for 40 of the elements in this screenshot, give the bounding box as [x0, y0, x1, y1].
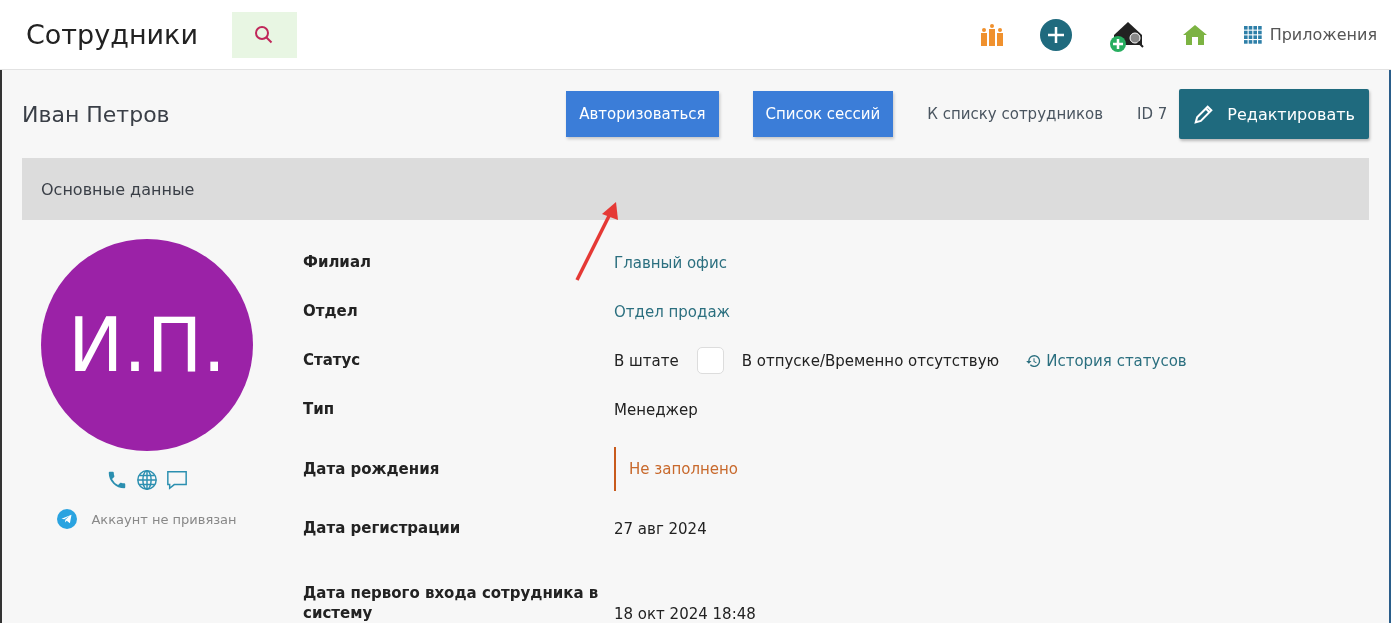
- field-value: 18 окт 2024 18:48: [614, 605, 756, 623]
- action-button[interactable]: Авторизоваться: [566, 91, 719, 137]
- field-value: Менеджер: [614, 400, 698, 419]
- home-icon[interactable]: [1181, 23, 1208, 46]
- field-link[interactable]: Отдел продаж: [614, 302, 731, 321]
- status-alt-value: В отпуске/Временно отсутствую: [741, 351, 1000, 370]
- status-value: В штате: [614, 351, 679, 370]
- phone-icon[interactable]: [106, 469, 128, 491]
- edit-button[interactable]: Редактировать: [1179, 89, 1369, 139]
- employee-id: ID 7: [1137, 105, 1168, 123]
- field-link[interactable]: Главный офис: [614, 253, 727, 272]
- grid-icon: [1243, 25, 1262, 44]
- pencil-icon: [1193, 103, 1216, 125]
- employee-name: Иван Петров: [22, 101, 170, 127]
- field-label: Дата первого входа сотрудника в систему: [303, 582, 600, 623]
- action-button[interactable]: Список сессий: [752, 91, 894, 137]
- telegram-status: Аккаунт не привязан: [91, 511, 237, 527]
- field-label: Отдел: [303, 301, 359, 322]
- search-icon: [254, 24, 275, 45]
- apps-button[interactable]: Приложения: [1243, 25, 1377, 44]
- back-link[interactable]: К списку сотрудников: [927, 105, 1104, 123]
- field-label: Статус: [303, 350, 362, 371]
- globe-icon[interactable]: [136, 469, 158, 491]
- chat-icon[interactable]: [166, 469, 188, 491]
- leaderboard-icon[interactable]: [979, 23, 1004, 46]
- search-button[interactable]: [231, 11, 297, 58]
- avatar: И.П.: [41, 239, 253, 451]
- add-icon[interactable]: [1039, 18, 1072, 51]
- history-link[interactable]: История статусов: [1025, 351, 1187, 370]
- field-label: Филиал: [303, 252, 372, 273]
- field-label: Дата регистрации: [303, 518, 462, 539]
- field-value: 27 авг 2024: [614, 519, 707, 538]
- empty-value: Не заполнено: [614, 447, 739, 491]
- field-label: Тип: [303, 399, 336, 420]
- field-label: Дата рождения: [303, 458, 441, 480]
- status-toggle[interactable]: [696, 347, 724, 374]
- history-icon: [1025, 352, 1043, 369]
- telegram-icon[interactable]: [57, 509, 78, 529]
- page-title: Сотрудники: [26, 19, 198, 50]
- section-header: Основные данные: [22, 158, 1369, 220]
